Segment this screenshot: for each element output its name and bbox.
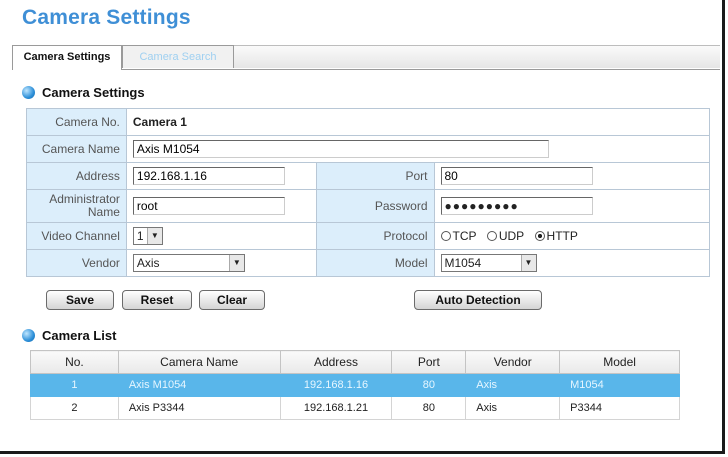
model-cell: M1054 ▼: [433, 249, 710, 277]
protocol-http-radio[interactable]: [534, 231, 545, 241]
bullet-icon: [22, 86, 35, 99]
address-cell: [125, 162, 317, 190]
video-channel-label: Video Channel: [26, 222, 127, 250]
model-label: Model: [315, 249, 435, 277]
password-input[interactable]: ●●●●●●●●●: [440, 197, 593, 215]
camera-no-label: Camera No.: [26, 108, 127, 136]
table-header-row: No. Camera Name Address Port Vendor Mode…: [30, 350, 680, 374]
camera-name-cell: [125, 135, 711, 163]
camera-no-value: Camera 1: [125, 108, 711, 136]
address-label: Address: [26, 162, 127, 190]
column-header-camera-name[interactable]: Camera Name: [117, 350, 281, 374]
password-cell: ●●●●●●●●●: [433, 189, 710, 223]
admin-name-label-line1: Administrator: [49, 192, 120, 206]
cell-camera-name: Axis M1054: [117, 373, 281, 397]
vendor-value: Axis: [136, 256, 160, 270]
table-row[interactable]: 2 Axis P3344 192.168.1.21 80 Axis P3344: [30, 396, 680, 420]
video-channel-select[interactable]: 1 ▼: [132, 227, 163, 245]
camera-settings-heading-label: Camera Settings: [42, 85, 145, 100]
tab-camera-settings[interactable]: Camera Settings: [12, 45, 122, 70]
protocol-udp-radio[interactable]: [486, 231, 497, 241]
video-channel-value: 1: [136, 229, 144, 243]
tab-bar: Camera Settings Camera Search: [12, 45, 720, 70]
cell-no: 2: [30, 396, 119, 420]
tab-strip-filler: [234, 45, 720, 68]
protocol-tcp-radio[interactable]: [440, 231, 451, 241]
model-value: M1054: [444, 256, 482, 270]
chevron-down-icon: ▼: [520, 255, 536, 271]
camera-list-heading-label: Camera List: [42, 328, 117, 343]
cell-vendor: Axis: [465, 396, 561, 420]
column-header-vendor[interactable]: Vendor: [465, 350, 561, 374]
camera-list-heading: Camera List: [22, 328, 116, 343]
column-header-port[interactable]: Port: [391, 350, 467, 374]
page-title: Camera Settings: [22, 6, 191, 29]
camera-name-input[interactable]: [132, 140, 549, 158]
cell-port: 80: [391, 396, 467, 420]
admin-name-label-line2: Name: [87, 205, 120, 219]
protocol-udp-label: UDP: [498, 229, 525, 243]
admin-name-label: Administrator Name: [26, 189, 127, 223]
protocol-cell: TCP UDP HTTP: [433, 222, 710, 250]
save-button[interactable]: Save: [46, 290, 114, 310]
model-select[interactable]: M1054 ▼: [440, 254, 537, 272]
column-header-no[interactable]: No.: [30, 350, 119, 374]
protocol-tcp-label: TCP: [452, 229, 477, 243]
column-header-address[interactable]: Address: [279, 350, 393, 374]
table-row[interactable]: 1 Axis M1054 192.168.1.16 80 Axis M1054: [30, 373, 680, 397]
camera-settings-heading: Camera Settings: [22, 85, 145, 100]
admin-name-cell: [125, 189, 317, 223]
cell-address: 192.168.1.21: [279, 396, 393, 420]
cell-model: P3344: [559, 396, 680, 420]
camera-name-label: Camera Name: [26, 135, 127, 163]
auto-detection-button[interactable]: Auto Detection: [414, 290, 542, 310]
vendor-select[interactable]: Axis ▼: [132, 254, 245, 272]
video-channel-cell: 1 ▼: [125, 222, 317, 250]
cell-vendor: Axis: [465, 373, 561, 397]
reset-button[interactable]: Reset: [122, 290, 192, 310]
cell-camera-name: Axis P3344: [117, 396, 281, 420]
camera-settings-form: Camera No. Camera 1 Camera Name Address …: [26, 108, 711, 277]
bullet-icon: [22, 329, 35, 342]
port-cell: [433, 162, 710, 190]
column-header-model[interactable]: Model: [559, 350, 680, 374]
address-input[interactable]: [132, 167, 285, 185]
protocol-label: Protocol: [315, 222, 435, 250]
admin-name-input[interactable]: [132, 197, 285, 215]
vendor-cell: Axis ▼: [125, 249, 317, 277]
tab-camera-search[interactable]: Camera Search: [122, 45, 234, 68]
protocol-http-label: HTTP: [546, 229, 578, 243]
clear-button[interactable]: Clear: [199, 290, 265, 310]
cell-address: 192.168.1.16: [279, 373, 393, 397]
port-input[interactable]: [440, 167, 593, 185]
cell-model: M1054: [559, 373, 680, 397]
chevron-down-icon: ▼: [146, 228, 162, 244]
vendor-label: Vendor: [26, 249, 127, 277]
chevron-down-icon: ▼: [228, 255, 244, 271]
password-label: Password: [315, 189, 435, 223]
cell-port: 80: [391, 373, 467, 397]
camera-list-table: No. Camera Name Address Port Vendor Mode…: [30, 350, 680, 420]
port-label: Port: [315, 162, 435, 190]
cell-no: 1: [30, 373, 119, 397]
